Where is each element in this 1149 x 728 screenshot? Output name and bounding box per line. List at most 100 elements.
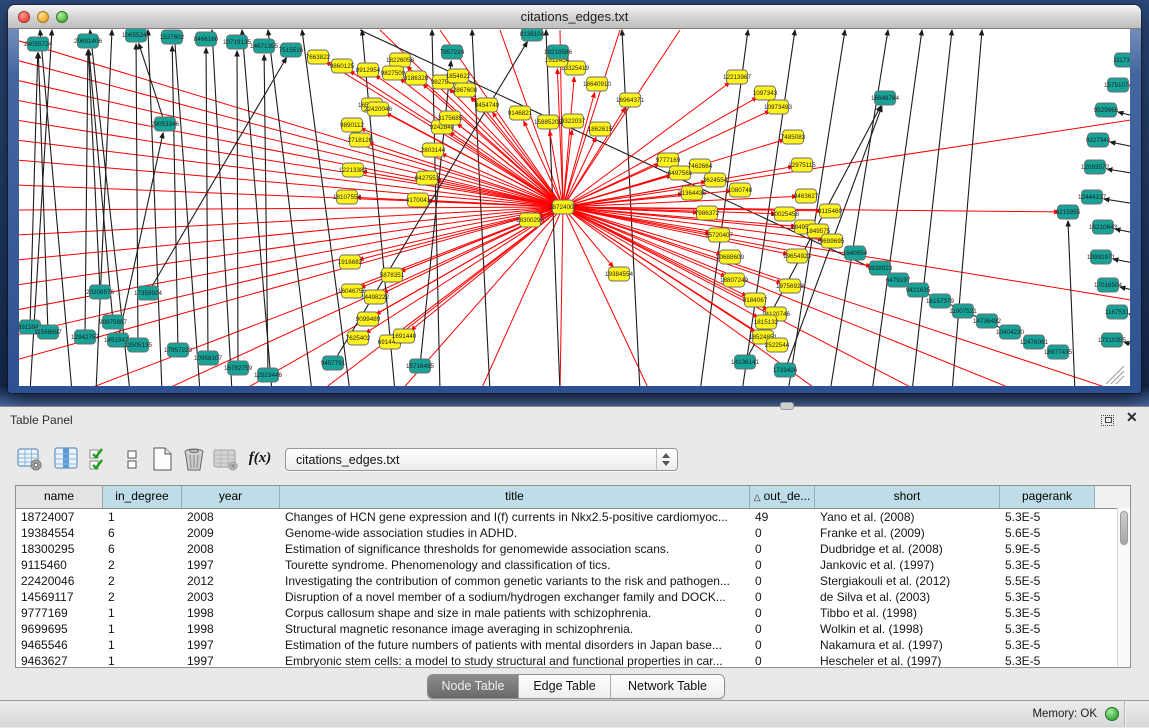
table-cell[interactable]: 1 [103,637,182,653]
table-cell[interactable]: Investigating the contribution of common… [280,573,750,589]
table-cell[interactable]: Stergiakouli et al. (2012) [815,573,1000,589]
table-cell[interactable]: Estimation of the future numbers of pati… [280,637,750,653]
combo-stepper-icon[interactable] [656,449,677,470]
table-cell[interactable]: Jankovic et al. (1997) [815,557,1000,573]
network-canvas[interactable]: 1872400776638229860125891295418226058982… [19,29,1130,386]
table-cell[interactable]: 2 [103,573,182,589]
function-builder-icon[interactable]: f(x) [246,445,274,473]
table-row[interactable]: 1830029562008Estimation of significance … [16,541,1130,557]
close-panel-icon[interactable]: ✕ [1126,409,1138,426]
table-cell[interactable]: 2003 [182,589,280,605]
canvas-resize-grip[interactable] [1106,366,1124,384]
table-cell[interactable]: Tourette syndrome. Phenomenology and cla… [280,557,750,573]
table-scrollbar-thumb[interactable] [1120,511,1128,545]
table-cell[interactable]: 0 [750,637,815,653]
table-row[interactable]: 2242004622012Investigating the contribut… [16,573,1130,589]
table-cell[interactable]: 1997 [182,637,280,653]
table-cell[interactable]: 2 [103,589,182,605]
table-row[interactable]: 946362711997Embryonic stem cells: a mode… [16,653,1130,668]
table-cell[interactable]: 0 [750,589,815,605]
table-cell[interactable]: 0 [750,573,815,589]
table-cell[interactable]: Changes of HCN gene expression and I(f) … [280,509,750,525]
table-cell[interactable]: 1998 [182,605,280,621]
table-cell[interactable]: 0 [750,621,815,637]
table-cell[interactable]: Hescheler et al. (1997) [815,653,1000,668]
window-titlebar[interactable]: citations_edges.txt [8,5,1141,29]
table-cell[interactable]: 9463627 [16,653,103,668]
column-header-name[interactable]: name [16,486,103,508]
table-cell[interactable]: Corpus callosum shape and size in male p… [280,605,750,621]
table-cell[interactable]: 5.3E-5 [1000,509,1095,525]
delete-column-icon[interactable] [180,445,208,473]
table-cell[interactable]: 5.3E-5 [1000,621,1095,637]
table-cell[interactable]: 0 [750,541,815,557]
float-panel-icon[interactable] [1101,415,1114,426]
table-cell[interactable]: Franke et al. (2009) [815,525,1000,541]
new-column-icon[interactable] [148,445,176,473]
table-cell[interactable]: 22420046 [16,573,103,589]
table-cell[interactable]: 5.9E-5 [1000,541,1095,557]
column-header-pagerank[interactable]: pagerank [1000,486,1095,508]
column-header-out-de-[interactable]: △out_de... [750,486,815,508]
memory-status-icon[interactable] [1105,707,1119,721]
table-cell[interactable]: Nakamura et al. (1997) [815,637,1000,653]
table-cell[interactable]: 6 [103,525,182,541]
table-cell[interactable]: 0 [750,653,815,668]
column-header-title[interactable]: title [280,486,750,508]
table-cell[interactable]: 1 [103,653,182,668]
table-scrollbar[interactable] [1117,508,1130,667]
column-header-short[interactable]: short [815,486,1000,508]
table-cell[interactable]: Estimation of significance thresholds fo… [280,541,750,557]
table-cell[interactable]: 1997 [182,653,280,668]
column-header-year[interactable]: year [182,486,280,508]
table-cell[interactable]: 1998 [182,621,280,637]
table-cell[interactable]: 2009 [182,525,280,541]
tab-node-table[interactable]: Node Table [428,675,519,698]
delete-table-icon[interactable] [212,445,240,473]
table-cell[interactable]: 49 [750,509,815,525]
table-cell[interactable]: 14569117 [16,589,103,605]
table-cell[interactable]: 1 [103,509,182,525]
table-settings-icon[interactable] [16,445,44,473]
table-row[interactable]: 969969511998Structural magnetic resonanc… [16,621,1130,637]
table-cell[interactable]: Tibbo et al. (1998) [815,605,1000,621]
table-row[interactable]: 946554611997Estimation of the future num… [16,637,1130,653]
table-cell[interactable]: 2008 [182,541,280,557]
column-header-in-degree[interactable]: in_degree [103,486,182,508]
table-cell[interactable]: 5.5E-5 [1000,573,1095,589]
table-cell[interactable]: Genome-wide association studies in ADHD. [280,525,750,541]
table-cell[interactable]: 0 [750,525,815,541]
table-cell[interactable]: 5.3E-5 [1000,637,1095,653]
network-selector[interactable]: citations_edges.txt [285,448,678,471]
table-cell[interactable]: Disruption of a novel member of a sodium… [280,589,750,605]
table-cell[interactable]: 9465546 [16,637,103,653]
table-row[interactable]: 1872400712008Changes of HCN gene express… [16,509,1130,525]
table-cell[interactable]: 9699695 [16,621,103,637]
table-cell[interactable]: 18300295 [16,541,103,557]
tab-network-table[interactable]: Network Table [611,675,724,698]
table-row[interactable]: 1938455462009Genome-wide association stu… [16,525,1130,541]
table-cell[interactable]: Embryonic stem cells: a model to study s… [280,653,750,668]
table-row[interactable]: 1456911722003Disruption of a novel membe… [16,589,1130,605]
table-cell[interactable]: 6 [103,541,182,557]
table-cell[interactable]: 19384554 [16,525,103,541]
tab-edge-table[interactable]: Edge Table [519,675,611,698]
table-cell[interactable]: 1 [103,605,182,621]
table-cell[interactable]: Dudbridge et al. (2008) [815,541,1000,557]
table-row[interactable]: 911546021997Tourette syndrome. Phenomeno… [16,557,1130,573]
table-cell[interactable]: 0 [750,605,815,621]
table-cell[interactable]: 9777169 [16,605,103,621]
table-cell[interactable]: 0 [750,557,815,573]
panel-splitter-handle[interactable] [780,402,794,410]
select-columns-icon[interactable] [52,445,80,473]
table-cell[interactable]: 2008 [182,509,280,525]
table-row[interactable]: 977716911998Corpus callosum shape and si… [16,605,1130,621]
table-cell[interactable]: 1997 [182,557,280,573]
table-cell[interactable]: de Silva et al. (2003) [815,589,1000,605]
table-cell[interactable]: 2 [103,557,182,573]
table-cell[interactable]: 5.3E-5 [1000,557,1095,573]
table-cell[interactable]: 5.3E-5 [1000,589,1095,605]
table-cell[interactable]: 9115460 [16,557,103,573]
table-cell[interactable]: 1 [103,621,182,637]
table-cell[interactable]: 18724007 [16,509,103,525]
